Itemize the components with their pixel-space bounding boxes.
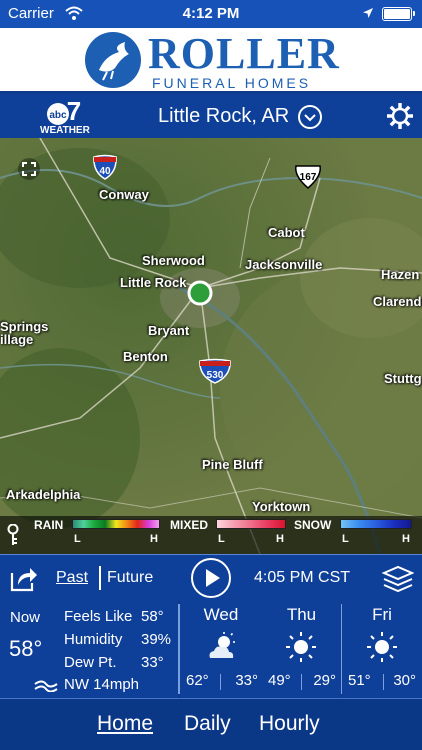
map-label-stuttgart: Stuttg	[384, 371, 422, 386]
forecast-day[interactable]: Fri 51° 30°	[342, 600, 422, 698]
map-label-benton: Benton	[123, 349, 168, 364]
map-label-arkadelphia: Arkadelphia	[6, 487, 81, 502]
forecast-day-label: Thu	[286, 605, 317, 624]
map-label-little-rock: Little Rock	[120, 275, 187, 290]
station-logo-text: abc	[49, 110, 67, 121]
legend-rain-low: L	[74, 533, 81, 545]
toggle-divider	[99, 566, 101, 590]
feels-like-label: Feels Like	[64, 608, 133, 625]
map-label-yorktown: Yorktown	[252, 499, 311, 514]
chevron-down-icon	[304, 114, 316, 122]
location-services-icon	[363, 8, 373, 18]
now-label: Now	[10, 609, 41, 626]
partly-cloudy-icon	[209, 632, 235, 658]
ad-subtitle: FUNERAL HOMES	[152, 75, 312, 91]
map-label-sherwood: Sherwood	[142, 253, 205, 268]
bottom-tab-bar: Home Daily Hourly	[0, 698, 422, 750]
radar-controls: Past Future 4:05 PM CST	[0, 554, 422, 600]
forecast-low: 29°	[313, 672, 336, 689]
map-label-bryant: Bryant	[148, 323, 190, 338]
radar-timestamp: 4:05 PM CST	[254, 569, 351, 586]
location-dropdown-button[interactable]	[298, 105, 322, 129]
sun-icon	[286, 632, 316, 662]
wind-value: NW 14mph	[64, 676, 140, 693]
precip-legend: RAIN L H MIXED L H SNOW L H	[0, 516, 422, 554]
play-button[interactable]	[191, 558, 231, 598]
temp-separator	[383, 674, 384, 690]
status-time: 4:12 PM	[182, 5, 240, 22]
legend-rain-high: H	[150, 533, 158, 545]
station-number: 7	[67, 98, 81, 126]
past-toggle[interactable]: Past	[56, 569, 88, 587]
ad-banner[interactable]: ROLLER FUNERAL HOMES	[0, 28, 422, 94]
settings-gear-icon[interactable]	[386, 102, 414, 130]
feels-like-value: 58°	[141, 608, 164, 625]
station-logo-icon: abc 7	[47, 98, 81, 126]
map-label-conway: Conway	[99, 187, 149, 202]
play-icon	[206, 569, 220, 587]
map-label-cabot: Cabot	[268, 225, 305, 240]
forecast-day-label: Wed	[203, 605, 239, 624]
layers-icon[interactable]	[382, 565, 414, 593]
forecast-day[interactable]: Wed 62° 33°	[180, 600, 262, 698]
legend-mixed-low: L	[218, 533, 225, 545]
ad-brand: ROLLER	[148, 29, 340, 78]
location-title[interactable]: Little Rock, AR	[158, 105, 289, 128]
wind-icon	[34, 680, 58, 692]
interstate-530-shield-icon: 530	[199, 358, 231, 384]
future-toggle[interactable]: Future	[107, 569, 153, 587]
legend-mixed-bar	[216, 519, 286, 529]
forecast-day-label: Fri	[372, 605, 392, 624]
us-167-shield-icon: 167	[295, 165, 321, 189]
share-icon[interactable]	[8, 563, 38, 593]
map-label-pine-bluff: Pine Bluff	[202, 457, 263, 472]
key-icon[interactable]	[6, 524, 20, 546]
current-location-marker[interactable]	[187, 280, 213, 306]
station-weather-label: WEATHER	[40, 125, 90, 136]
current-conditions[interactable]: Now 58° Feels Like 58° Humidity 39% Dew …	[0, 600, 178, 698]
radar-map[interactable]: 40 167 530 Conway Sherwood Cabot Jackson…	[0, 138, 422, 554]
forecast-high: 49°	[268, 672, 291, 689]
legend-rain-label: RAIN	[34, 518, 64, 532]
legend-snow-bar	[340, 519, 412, 529]
legend-rain-bar	[72, 519, 160, 529]
forecast-high: 62°	[186, 672, 209, 689]
humidity-label: Humidity	[64, 631, 123, 648]
legend-mixed-high: H	[276, 533, 284, 545]
interstate-40-shield-icon: 40	[93, 154, 117, 180]
forecast-day[interactable]: Thu 49° 29°	[262, 600, 341, 698]
status-bar: Carrier 4:12 PM	[0, 0, 422, 28]
forecast-high: 51°	[348, 672, 371, 689]
interstate-530-number: 530	[207, 370, 224, 381]
forecast-low: 33°	[235, 672, 258, 689]
temp-separator	[301, 674, 302, 690]
legend-mixed-label: MIXED	[170, 518, 209, 532]
map-label-clarendon: Clarendo	[373, 294, 422, 309]
current-temp: 58°	[9, 636, 43, 661]
map-label-jacksonville: Jacksonville	[245, 257, 323, 272]
map-label-hazen: Hazen	[381, 267, 420, 282]
legend-snow-label: SNOW	[294, 518, 332, 532]
interstate-40-number: 40	[99, 166, 111, 177]
battery-icon	[382, 7, 415, 21]
us-167-number: 167	[300, 172, 317, 183]
dew-point-value: 33°	[141, 654, 164, 671]
tab-home[interactable]: Home	[97, 712, 153, 736]
humidity-value: 39%	[141, 631, 172, 648]
sun-icon	[367, 632, 397, 662]
expand-map-icon[interactable]	[18, 158, 40, 180]
temp-separator	[220, 674, 221, 690]
forecast-low: 30°	[393, 672, 416, 689]
app-header: abc 7 WEATHER Little Rock, AR	[0, 94, 422, 138]
legend-snow-low: L	[342, 533, 349, 545]
legend-snow-high: H	[402, 533, 410, 545]
dove-logo-icon	[85, 32, 141, 88]
tab-hourly[interactable]: Hourly	[259, 712, 320, 736]
tab-daily[interactable]: Daily	[184, 712, 231, 736]
dew-point-label: Dew Pt.	[64, 654, 117, 671]
map-label-village: illage	[0, 332, 34, 347]
